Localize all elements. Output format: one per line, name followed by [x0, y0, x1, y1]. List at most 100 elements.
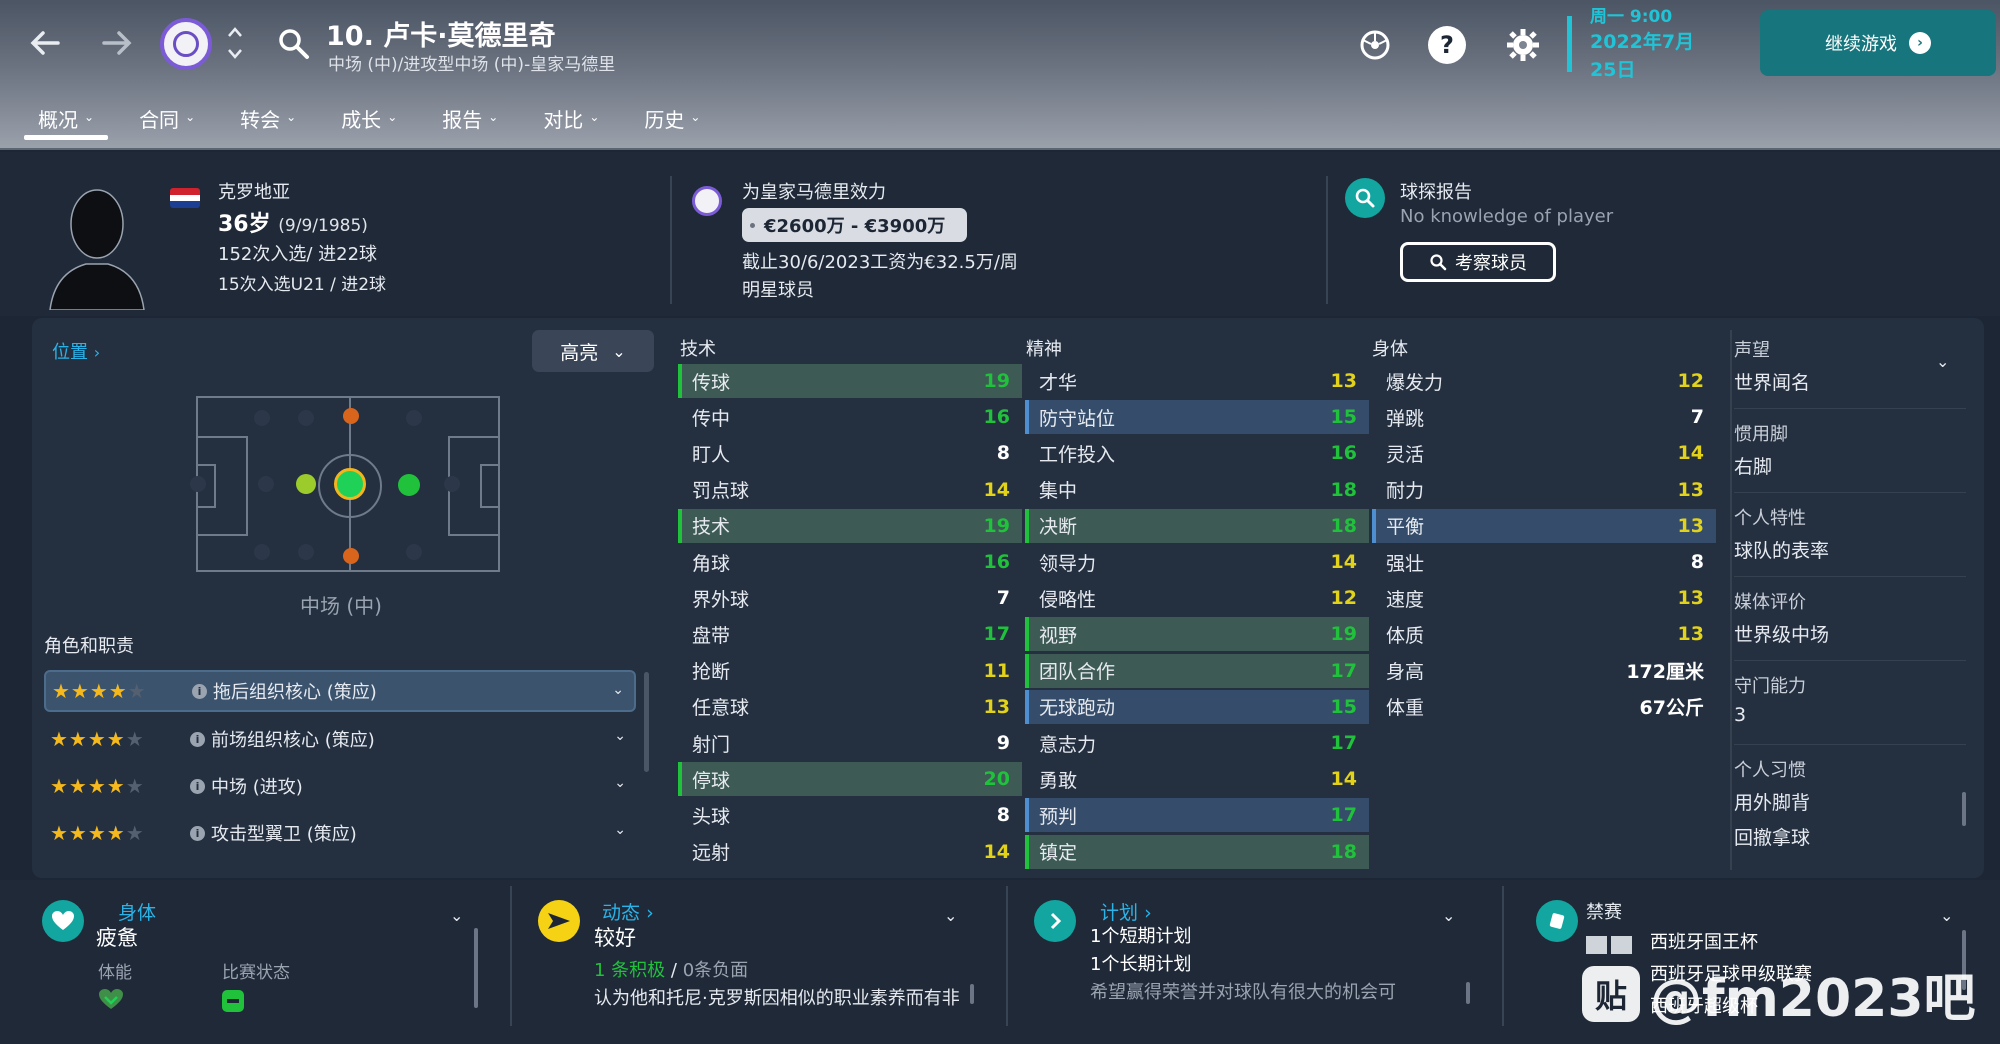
- tab-overview[interactable]: 概况 ⌄: [24, 96, 109, 140]
- attribute-row[interactable]: 爆发力 12: [1372, 364, 1716, 398]
- plans-card-title[interactable]: 计划 ›: [1100, 898, 1152, 925]
- attribute-row[interactable]: 远射 14: [678, 835, 1022, 869]
- position-link[interactable]: 位置 ›: [52, 338, 100, 364]
- info-icon[interactable]: i: [190, 825, 205, 841]
- chevron-right-icon: ›: [1909, 32, 1931, 54]
- attribute-row[interactable]: 集中 18: [1025, 473, 1369, 507]
- attribute-row[interactable]: 领导力 14: [1025, 545, 1369, 579]
- attribute-value: 18: [1330, 840, 1357, 863]
- continue-game-button[interactable]: 继续游戏 ›: [1760, 10, 1996, 76]
- scout-player-button[interactable]: 考察球员: [1400, 242, 1556, 282]
- attribute-row[interactable]: 盯人 8: [678, 436, 1022, 470]
- card-scrollbar[interactable]: [474, 928, 478, 1008]
- tab-development[interactable]: 成长 ⌄: [327, 96, 411, 140]
- attribute-row[interactable]: 界外球 7: [678, 581, 1022, 615]
- chevron-down-icon[interactable]: ⌄: [1940, 906, 1953, 925]
- attribute-row[interactable]: 强壮 8: [1372, 545, 1716, 579]
- attribute-row[interactable]: 才华 13: [1025, 364, 1369, 398]
- attribute-row[interactable]: 镇定 18: [1025, 834, 1369, 869]
- chevron-down-icon[interactable]: ⌄: [614, 822, 626, 838]
- attribute-row[interactable]: 团队合作 17: [1025, 653, 1369, 688]
- roles-scrollbar[interactable]: [644, 672, 649, 772]
- attribute-row[interactable]: 盘带 17: [678, 617, 1022, 651]
- match-sharpness-label: 比赛状态: [222, 963, 290, 983]
- chevron-down-icon[interactable]: ⌄: [614, 728, 626, 744]
- attribute-row[interactable]: 传中 16: [678, 400, 1022, 434]
- info-icon[interactable]: i: [192, 683, 207, 699]
- attribute-row[interactable]: 工作投入 16: [1025, 436, 1369, 470]
- attribute-row[interactable]: 视野 19: [1025, 617, 1369, 652]
- ball-icon[interactable]: [1356, 26, 1394, 64]
- gear-icon[interactable]: [1504, 26, 1542, 64]
- attribute-row[interactable]: 任意球 13: [678, 690, 1022, 724]
- info-icon[interactable]: i: [190, 731, 205, 747]
- tab-transfer[interactable]: 转会 ⌄: [226, 96, 310, 140]
- role-row[interactable]: ★★★★★ i 前场组织核心 (策应) ⌄: [44, 718, 636, 760]
- dynamics-card-title[interactable]: 动态 ›: [602, 898, 654, 925]
- chevron-down-icon[interactable]: ⌄: [612, 682, 624, 698]
- search-icon[interactable]: [276, 26, 312, 62]
- forward-arrow-icon[interactable]: [96, 22, 138, 64]
- highlight-dropdown[interactable]: 高亮 ⌄: [532, 330, 654, 372]
- attribute-row[interactable]: 侵略性 12: [1025, 581, 1369, 615]
- club-crest-icon[interactable]: [692, 186, 722, 216]
- attribute-row[interactable]: 速度 13: [1372, 581, 1716, 615]
- info-icon[interactable]: i: [190, 778, 205, 794]
- dynamics-description: 认为他和托尼·克罗斯因相似的职业素养而有非: [594, 988, 960, 1009]
- card-scrollbar[interactable]: [970, 984, 974, 1004]
- attribute-row[interactable]: 技术 19: [678, 508, 1022, 543]
- attribute-row[interactable]: 预判 17: [1025, 798, 1369, 833]
- tab-reports[interactable]: 报告 ⌄: [428, 96, 512, 140]
- attribute-row[interactable]: 身高 172厘米: [1372, 654, 1716, 688]
- position-dot-mc[interactable]: [334, 468, 366, 500]
- details-scrollbar[interactable]: [1962, 792, 1966, 826]
- attribute-row[interactable]: 弹跳 7: [1372, 400, 1716, 434]
- attribute-name: 传中: [692, 407, 731, 430]
- attribute-row[interactable]: 勇敢 14: [1025, 762, 1369, 796]
- role-row[interactable]: ★★★★★ i 拖后组织核心 (策应) ⌄: [44, 670, 636, 712]
- attribute-name: 工作投入: [1039, 443, 1116, 466]
- attribute-row[interactable]: 意志力 17: [1025, 726, 1369, 760]
- attribute-value: 20: [983, 768, 1010, 791]
- role-row[interactable]: ★★★★★ i 攻击型翼卫 (策应) ⌄: [44, 812, 636, 854]
- attribute-row[interactable]: 停球 20: [678, 762, 1022, 797]
- tab-contract[interactable]: 合同 ⌄: [125, 96, 209, 140]
- trait-value: 球队的表率: [1734, 540, 1830, 562]
- divider: [1006, 886, 1008, 1026]
- card-scrollbar[interactable]: [1466, 982, 1470, 1004]
- back-arrow-icon[interactable]: [24, 22, 66, 64]
- attribute-row[interactable]: 灵活 14: [1372, 436, 1716, 470]
- attribute-row[interactable]: 无球跑动 15: [1025, 689, 1369, 724]
- role-row[interactable]: ★★★★★ i 中场 (进攻) ⌄: [44, 765, 636, 807]
- position-dot-am[interactable]: [398, 474, 420, 496]
- physical-card-title[interactable]: 身体: [118, 898, 156, 925]
- chevron-down-icon[interactable]: ⌄: [450, 906, 463, 925]
- attribute-value: 13: [1330, 370, 1357, 392]
- attribute-row[interactable]: 罚点球 14: [678, 473, 1022, 507]
- chevron-down-icon[interactable]: ⌄: [944, 906, 957, 925]
- attribute-row[interactable]: 平衡 13: [1372, 508, 1716, 543]
- divider: [1734, 744, 1966, 745]
- chevron-down-icon[interactable]: ⌄: [614, 775, 626, 791]
- attribute-row[interactable]: 头球 8: [678, 798, 1022, 832]
- chevron-down-icon[interactable]: ⌄: [1442, 906, 1455, 925]
- attribute-row[interactable]: 射门 9: [678, 726, 1022, 760]
- attribute-name: 技术: [692, 516, 731, 539]
- attribute-row[interactable]: 决断 18: [1025, 508, 1369, 543]
- tab-compare[interactable]: 对比 ⌄: [529, 96, 613, 140]
- help-icon[interactable]: ?: [1428, 26, 1466, 64]
- attribute-row[interactable]: 传球 19: [678, 364, 1022, 398]
- transfer-value[interactable]: €2600万 - €3900万: [742, 208, 968, 242]
- attribute-row[interactable]: 防守站位 15: [1025, 400, 1369, 435]
- attribute-row[interactable]: 抢断 11: [678, 654, 1022, 688]
- attribute-row[interactable]: 角球 16: [678, 545, 1022, 579]
- position-dot-ml[interactable]: [343, 408, 359, 424]
- attribute-row[interactable]: 耐力 13: [1372, 473, 1716, 507]
- position-dot-dm[interactable]: [296, 474, 316, 494]
- attribute-row[interactable]: 体重 67公斤: [1372, 690, 1716, 724]
- club-crest-icon[interactable]: [160, 18, 212, 70]
- attribute-row[interactable]: 体质 13: [1372, 617, 1716, 651]
- tab-history[interactable]: 历史 ⌄: [630, 96, 714, 140]
- position-dot-mr[interactable]: [343, 548, 359, 564]
- player-switch-icon[interactable]: [224, 20, 246, 68]
